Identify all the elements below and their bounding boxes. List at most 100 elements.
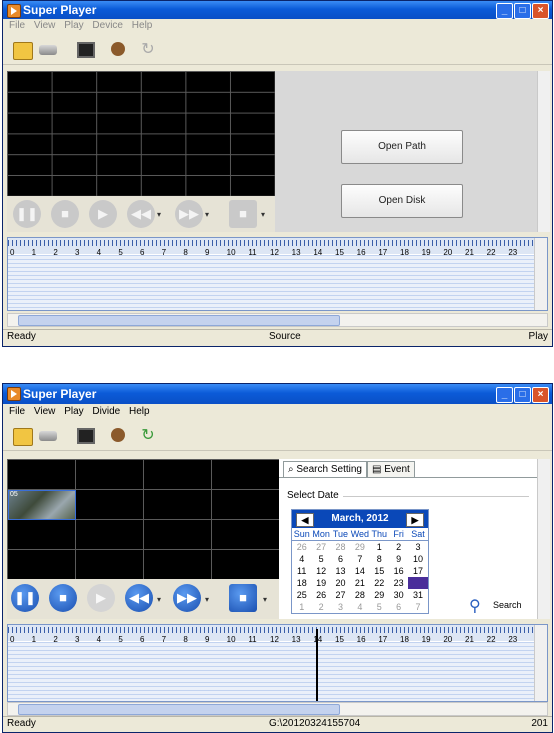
layout-dropdown[interactable]: ▾	[261, 210, 265, 219]
video-grid[interactable]: 05	[7, 459, 279, 579]
folder-icon[interactable]	[13, 42, 33, 60]
calendar-day[interactable]: 5	[370, 601, 389, 613]
rewind-button[interactable]: ◀◀	[127, 200, 155, 228]
playhead-cursor[interactable]	[316, 629, 318, 701]
menu-file[interactable]: File	[9, 20, 25, 31]
minimize-button[interactable]: _	[496, 387, 513, 403]
device-icon[interactable]	[39, 45, 57, 55]
calendar-day[interactable]: 26	[292, 541, 311, 553]
menu-help[interactable]: Help	[132, 20, 153, 31]
play-button[interactable]: ▶	[89, 200, 117, 228]
rewind-button[interactable]: ◀◀	[125, 584, 153, 612]
time-ruler[interactable]: 01234567891011121314151617181920212223	[8, 625, 535, 644]
video-grid[interactable]	[7, 71, 275, 196]
calendar-day[interactable]: 8	[370, 553, 389, 565]
layout-dropdown[interactable]: ▾	[263, 595, 267, 604]
calendar-day[interactable]: 23	[389, 577, 408, 589]
minimize-button[interactable]: _	[496, 3, 513, 19]
calendar-day[interactable]: 10	[408, 553, 427, 565]
pause-button[interactable]: ❚❚	[13, 200, 41, 228]
menu-device[interactable]: Device	[92, 20, 123, 31]
calendar-day[interactable]: 30	[389, 589, 408, 601]
monitor-icon[interactable]	[77, 428, 95, 444]
calendar-day[interactable]: 14	[350, 565, 369, 577]
refresh-icon[interactable]: ↻	[139, 42, 157, 58]
menu-view[interactable]: View	[34, 20, 56, 31]
panel-scrollbar[interactable]	[537, 71, 550, 232]
search-button[interactable]: Search	[493, 600, 522, 610]
video-grid-cells[interactable]	[7, 71, 275, 196]
time-ruler[interactable]: 01234567891011121314151617181920212223	[8, 238, 535, 257]
open-disk-button[interactable]: Open Disk	[341, 184, 463, 218]
calendar-day[interactable]	[408, 577, 428, 589]
calendar-day[interactable]: 15	[370, 565, 389, 577]
timeline-tracks[interactable]	[8, 255, 535, 310]
menu-file[interactable]: File	[9, 406, 25, 417]
panel-scrollbar[interactable]	[537, 459, 550, 619]
calendar-day[interactable]: 17	[408, 565, 427, 577]
monitor-icon[interactable]	[77, 42, 95, 58]
timeline[interactable]: 01234567891011121314151617181920212223	[7, 237, 548, 311]
tab-search-setting[interactable]: ⌕ Search Setting	[283, 461, 367, 477]
hscroll-thumb[interactable]	[18, 315, 340, 326]
close-button[interactable]: ×	[532, 3, 549, 19]
menu-help[interactable]: Help	[129, 406, 150, 417]
timeline-vscroll[interactable]	[534, 625, 547, 701]
calendar-day[interactable]: 3	[331, 601, 350, 613]
camera-feed-thumbnail[interactable]: 05	[8, 490, 76, 520]
stop-button[interactable]: ■	[49, 584, 77, 612]
refresh-icon[interactable]: ↻	[139, 428, 157, 444]
fast-forward-button[interactable]: ▶▶	[173, 584, 201, 612]
calendar-day[interactable]: 7	[408, 601, 427, 613]
next-month-button[interactable]: ▶	[406, 513, 424, 527]
calendar-day[interactable]: 19	[311, 577, 330, 589]
fast-forward-button[interactable]: ▶▶	[175, 200, 203, 228]
calendar-day[interactable]: 21	[350, 577, 369, 589]
title-bar[interactable]: Super Player _ □ ×	[3, 384, 552, 404]
calendar-day[interactable]: 28	[350, 589, 369, 601]
title-bar[interactable]: Super Player _ □ ×	[3, 1, 552, 19]
layout-button[interactable]: ■	[229, 200, 257, 228]
rewind-speed-dropdown[interactable]: ▾	[157, 210, 161, 219]
calendar-day[interactable]: 31	[408, 589, 427, 601]
prev-month-button[interactable]: ◀	[296, 513, 314, 527]
calendar-day[interactable]: 4	[350, 601, 369, 613]
calendar-day[interactable]: 2	[389, 541, 408, 553]
calendar-day[interactable]: 28	[331, 541, 350, 553]
menu-view[interactable]: View	[34, 406, 56, 417]
timeline[interactable]: 01234567891011121314151617181920212223	[7, 624, 548, 702]
calendar-day[interactable]: 7	[350, 553, 369, 565]
calendar-day[interactable]: 4	[292, 553, 311, 565]
folder-icon[interactable]	[13, 428, 33, 446]
calendar-day[interactable]: 9	[389, 553, 408, 565]
tab-event[interactable]: ▤ Event	[367, 461, 415, 477]
open-path-button[interactable]: Open Path	[341, 130, 463, 164]
calendar-day[interactable]: 11	[292, 565, 311, 577]
calendar-day[interactable]: 6	[331, 553, 350, 565]
hscroll-thumb[interactable]	[18, 704, 340, 715]
calendar-day[interactable]: 6	[389, 601, 408, 613]
camera-icon[interactable]	[111, 428, 125, 442]
forward-speed-dropdown[interactable]: ▾	[205, 210, 209, 219]
device-icon[interactable]	[39, 431, 57, 441]
play-button[interactable]: ▶	[87, 584, 115, 612]
calendar-day[interactable]: 20	[331, 577, 350, 589]
menu-play[interactable]: Play	[64, 406, 83, 417]
calendar-day[interactable]: 29	[350, 541, 369, 553]
calendar-day[interactable]: 3	[408, 541, 427, 553]
calendar-day[interactable]: 2	[311, 601, 330, 613]
calendar-day[interactable]: 22	[370, 577, 389, 589]
calendar-day[interactable]: 13	[331, 565, 350, 577]
menu-divide[interactable]: Divide	[92, 406, 120, 417]
forward-speed-dropdown[interactable]: ▾	[205, 595, 209, 604]
calendar-day[interactable]: 27	[311, 541, 330, 553]
rewind-speed-dropdown[interactable]: ▾	[157, 595, 161, 604]
maximize-button[interactable]: □	[514, 387, 531, 403]
calendar-day[interactable]: 27	[331, 589, 350, 601]
menu-play[interactable]: Play	[64, 20, 83, 31]
calendar-day[interactable]: 1	[292, 601, 311, 613]
calendar-day[interactable]: 25	[292, 589, 311, 601]
timeline-hscroll[interactable]	[7, 313, 548, 327]
close-button[interactable]: ×	[532, 387, 549, 403]
calendar-day[interactable]: 1	[370, 541, 389, 553]
